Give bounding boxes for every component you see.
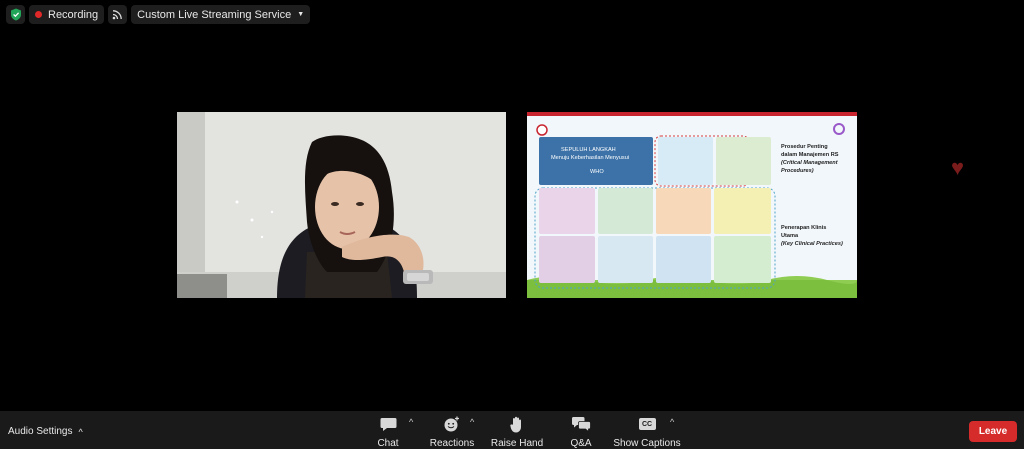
chevron-up-icon: ^ (78, 426, 83, 437)
critical-procedures-line2: dalam Manajemen RS (781, 152, 839, 158)
recording-dot-icon (35, 11, 42, 18)
chat-bubble-icon (380, 417, 396, 431)
live-stream-indicator[interactable] (108, 5, 128, 24)
qa-bubbles-icon (571, 417, 591, 432)
meeting-controls-bar: Audio Settings ^ Chat ^ Reactions ^ Rais… (0, 411, 1024, 449)
cc-badge-text: CC (641, 420, 653, 428)
step-card-1 (658, 137, 713, 185)
qa-button[interactable]: Q&A (570, 415, 592, 449)
captions-options-chevron-icon[interactable]: ^ (670, 417, 674, 427)
qa-label: Q&A (570, 438, 592, 449)
step-card-6 (714, 188, 771, 234)
closed-captions-icon: CC (638, 418, 656, 430)
broadcast-icon (112, 10, 122, 20)
audio-settings-label: Audio Settings (8, 426, 73, 437)
smiley-add-icon (444, 416, 459, 432)
leave-label: Leave (978, 426, 1008, 437)
critical-procedures-line3: (Critical Management (781, 160, 838, 166)
key-practices-line2: Utama (781, 233, 799, 239)
slide-title-line1: SEPULUH LANGKAH (561, 147, 616, 153)
step-card-9 (656, 236, 711, 283)
stream-service-label: Custom Live Streaming Service (137, 8, 292, 21)
key-practices-line1: Penerapan Klinis (781, 225, 827, 231)
slide-title-line2: Menuju Keberhasilan Menyusui (551, 155, 630, 161)
chat-label: Chat (377, 438, 399, 449)
meeting-top-bar: Recording Custom Live Streaming Service … (6, 5, 311, 24)
shield-check-icon (10, 8, 21, 21)
step-card-5 (656, 188, 711, 234)
live-stream-service-dropdown[interactable]: Custom Live Streaming Service ▼ (131, 5, 311, 24)
show-captions-button[interactable]: CC Show Captions (613, 415, 681, 449)
chevron-down-icon: ▼ (297, 11, 305, 18)
chat-options-chevron-icon[interactable]: ^ (409, 417, 413, 427)
audio-settings-button[interactable]: Audio Settings ^ (8, 426, 83, 437)
raise-hand-button[interactable]: Raise Hand (490, 415, 544, 449)
security-shield-button[interactable] (6, 5, 25, 24)
recording-indicator[interactable]: Recording (29, 5, 105, 24)
chat-button[interactable]: Chat (376, 415, 400, 449)
heart-reaction-icon: ♥ (951, 155, 965, 180)
raise-hand-label: Raise Hand (490, 438, 544, 449)
reactions-label: Reactions (429, 438, 475, 449)
critical-procedures-line1: Prosedur Penting (781, 144, 828, 150)
reactions-button[interactable]: Reactions (429, 415, 475, 449)
step-card-8 (598, 236, 653, 283)
reactions-options-chevron-icon[interactable]: ^ (470, 417, 474, 427)
step-card-10 (714, 236, 771, 283)
slide-title-line3: WHO (590, 169, 604, 175)
participant-video-feed (177, 112, 506, 298)
step-card-3 (539, 188, 595, 234)
leave-meeting-button[interactable]: Leave (969, 421, 1017, 442)
recording-label: Recording (48, 8, 99, 21)
participant-video[interactable] (177, 112, 506, 298)
step-card-7 (539, 236, 595, 283)
step-card-4 (598, 188, 653, 234)
step-card-2 (716, 137, 771, 185)
raised-hand-icon (510, 416, 521, 432)
key-practices-line3: (Key Clinical Practices) (781, 241, 843, 247)
show-captions-label: Show Captions (613, 438, 681, 449)
critical-procedures-line4: Procedures) (781, 168, 814, 174)
shared-presentation-slide[interactable]: SEPULUH LANGKAH Menuju Keberhasilan Meny… (527, 112, 857, 298)
